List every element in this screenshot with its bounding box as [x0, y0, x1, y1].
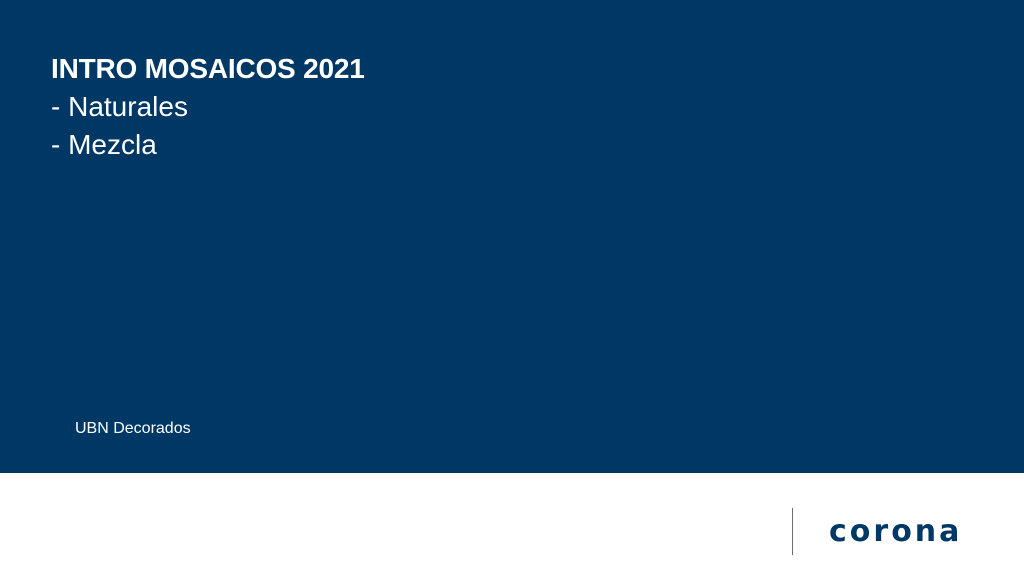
presentation-slide: INTRO MOSAICOS 2021 - Naturales - Mezcla…	[0, 0, 1024, 575]
slide-heading: INTRO MOSAICOS 2021	[51, 53, 365, 84]
title-banner: INTRO MOSAICOS 2021 - Naturales - Mezcla…	[0, 0, 1024, 473]
bullet-naturales: - Naturales	[51, 91, 188, 122]
corona-logo: corona	[829, 514, 963, 549]
bullet-mezcla: - Mezcla	[51, 129, 157, 160]
footer-divider	[792, 508, 793, 555]
slide-subtitle: UBN Decorados	[75, 420, 191, 437]
slide-title-block: INTRO MOSAICOS 2021 - Naturales - Mezcla	[51, 50, 365, 164]
